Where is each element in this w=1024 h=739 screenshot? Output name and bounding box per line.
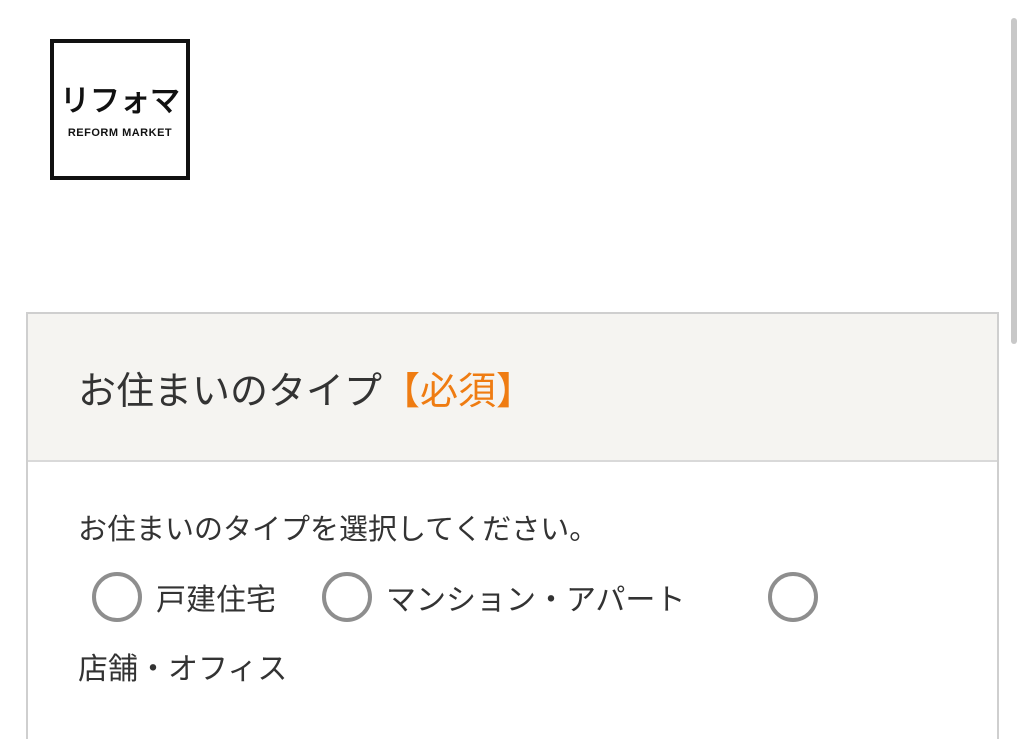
option-apartment[interactable]: マンション・アパート <box>322 572 685 622</box>
reform-market-logo[interactable]: リフォマ REFORM MARKET <box>50 39 190 180</box>
logo-main-text: リフォマ <box>60 83 180 119</box>
radio-button[interactable] <box>92 572 142 622</box>
option-store-office-label[interactable]: 店舗・オフィス <box>78 644 287 688</box>
panel-title: お住まいのタイプ <box>78 368 383 413</box>
instruction-text: お住まいのタイプを選択してください。 <box>78 512 599 546</box>
page: リフォマ REFORM MARKET お住まいのタイプ 【必須】 お住まいのタイプ… <box>0 0 1024 739</box>
option-store-office-radio[interactable] <box>768 572 818 622</box>
vertical-scrollbar[interactable] <box>1011 18 1017 344</box>
logo-sub-text: REFORM MARKET <box>67 126 173 139</box>
option-detached-house[interactable]: 戸建住宅 <box>92 572 276 622</box>
radio-button[interactable] <box>768 572 818 622</box>
panel-body: お住まいのタイプを選択してください。 戸建住宅 マンション・アパート 店舗・オフ… <box>28 462 997 688</box>
residence-type-options: 戸建住宅 マンション・アパート 店舗・オフィス <box>78 548 997 688</box>
residence-type-panel: お住まいのタイプ 【必須】 お住まいのタイプを選択してください。 戸建住宅 マンシ… <box>26 312 999 739</box>
radio-button[interactable] <box>322 572 372 622</box>
required-badge: 【必須】 <box>382 368 535 413</box>
panel-header: お住まいのタイプ 【必須】 <box>28 314 997 462</box>
option-label[interactable]: 戸建住宅 <box>156 575 276 619</box>
option-label[interactable]: マンション・アパート <box>386 575 685 619</box>
